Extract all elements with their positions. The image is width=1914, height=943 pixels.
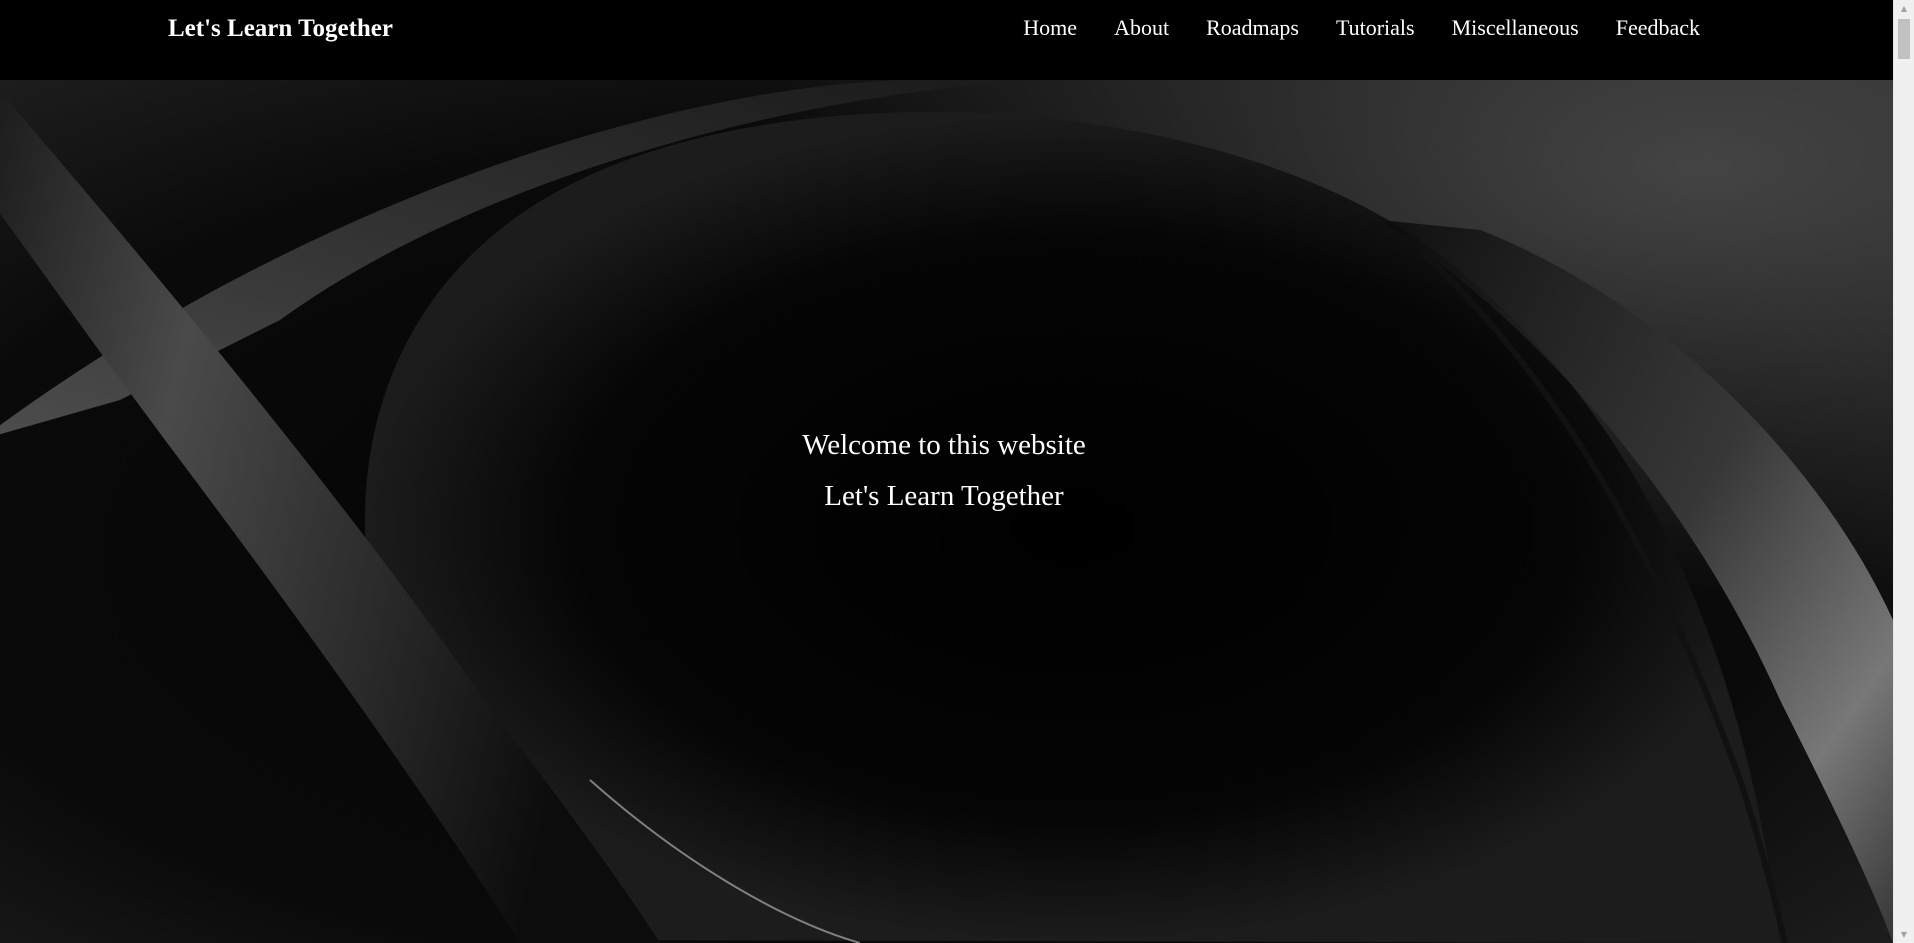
nav-item-roadmaps: Roadmaps bbox=[1206, 12, 1299, 44]
nav-links: Home About Roadmaps Tutorials Miscellane… bbox=[1023, 12, 1700, 44]
nav-link-feedback[interactable]: Feedback bbox=[1616, 15, 1700, 40]
nav-item-about: About bbox=[1114, 12, 1169, 44]
scroll-up-arrow-icon[interactable]: ▲ bbox=[1894, 0, 1914, 17]
scrollbar-thumb[interactable] bbox=[1898, 19, 1910, 59]
brand-logo-link[interactable]: Let's Learn Together bbox=[168, 13, 393, 45]
vertical-scrollbar[interactable]: ▲ ▼ bbox=[1893, 0, 1914, 943]
scroll-down-arrow-icon[interactable]: ▼ bbox=[1894, 926, 1914, 943]
nav-item-tutorials: Tutorials bbox=[1336, 12, 1415, 44]
top-navbar: Let's Learn Together Home About Roadmaps… bbox=[0, 0, 1893, 80]
hero-tagline-text: Let's Learn Together bbox=[824, 480, 1064, 512]
page: Let's Learn Together Home About Roadmaps… bbox=[0, 0, 1914, 943]
nav-link-miscellaneous[interactable]: Miscellaneous bbox=[1452, 15, 1579, 40]
nav-item-miscellaneous: Miscellaneous bbox=[1452, 12, 1579, 44]
nav-link-roadmaps[interactable]: Roadmaps bbox=[1206, 15, 1299, 40]
nav-link-tutorials[interactable]: Tutorials bbox=[1336, 15, 1415, 40]
nav-item-home: Home bbox=[1023, 12, 1077, 44]
hero-welcome-text: Welcome to this website bbox=[802, 429, 1086, 461]
nav-link-home[interactable]: Home bbox=[1023, 15, 1077, 40]
nav-link-about[interactable]: About bbox=[1114, 15, 1169, 40]
nav-item-feedback: Feedback bbox=[1616, 12, 1700, 44]
